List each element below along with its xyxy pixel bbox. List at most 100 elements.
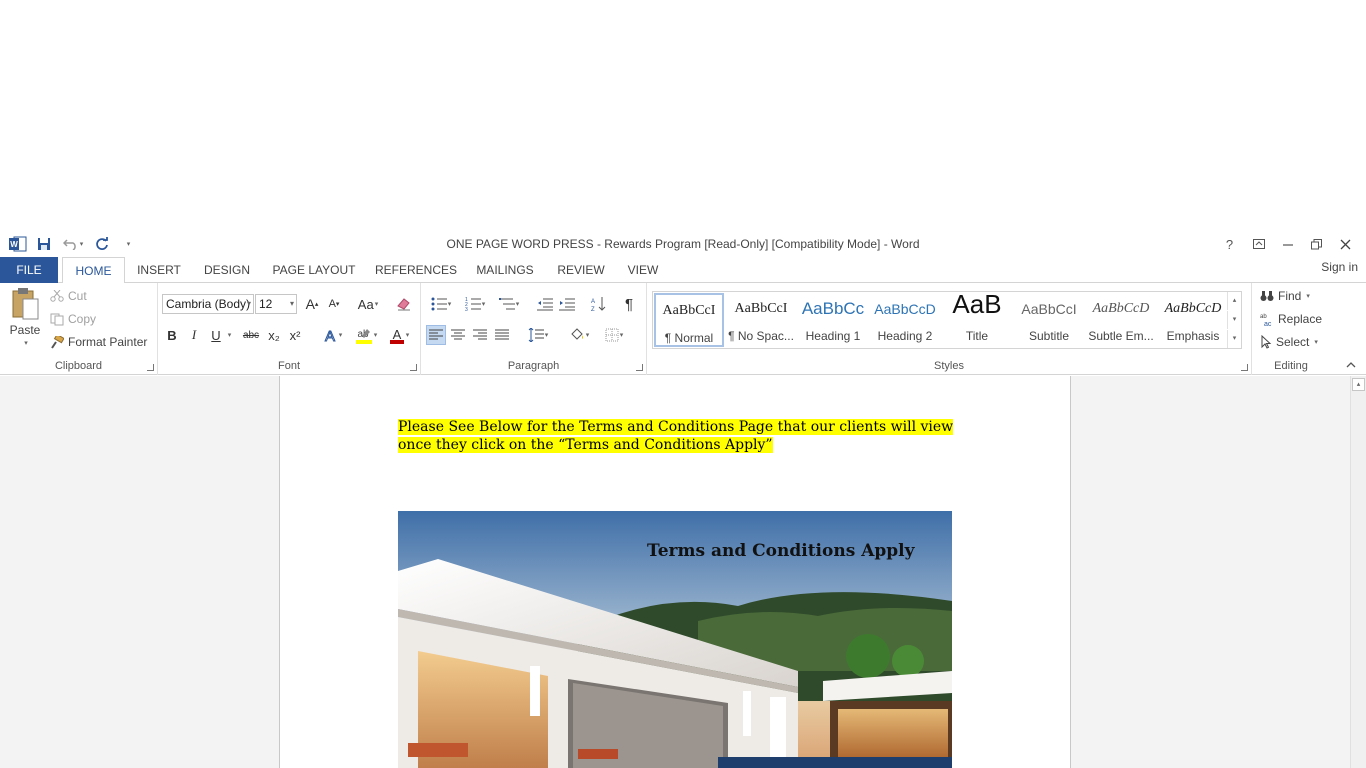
highlighted-text-line-1: Please See Below for the Terms and Condi… <box>398 419 954 435</box>
style-title[interactable]: AaB Title <box>942 289 1012 347</box>
style-normal[interactable]: AaBbCcI ¶ Normal <box>654 293 724 347</box>
title-bar: W ▾ ▾ ONE PAGE WORD PRESS - Rewards Prog… <box>0 232 1366 256</box>
strikethrough-button[interactable]: abc <box>238 325 264 345</box>
style-heading-1[interactable]: AaBbCc Heading 1 <box>798 293 868 347</box>
paintbrush-icon <box>51 335 64 349</box>
editing-group-label: Editing <box>1274 360 1308 372</box>
font-family-select[interactable]: Cambria (Body) ▾ <box>162 294 254 314</box>
styles-launcher-icon[interactable] <box>1241 364 1248 371</box>
clipboard-launcher-icon[interactable] <box>147 364 154 371</box>
collapse-ribbon-icon[interactable] <box>1346 359 1356 371</box>
tab-references[interactable]: REFERENCES <box>374 257 458 283</box>
shrink-font-button[interactable]: A ▾ <box>324 294 344 314</box>
style-emphasis[interactable]: AaBbCcD Emphasis <box>1158 293 1228 347</box>
tab-home[interactable]: HOME <box>62 257 125 284</box>
underline-dropdown-icon[interactable]: ▾ <box>224 325 234 345</box>
sort-button[interactable]: AZ <box>589 294 609 314</box>
grow-font-button[interactable]: A ▴ <box>302 294 322 314</box>
format-painter-label: Format Painter <box>68 335 148 349</box>
document-paragraph[interactable]: Please See Below for the Terms and Condi… <box>398 418 958 454</box>
svg-text:3: 3 <box>465 307 468 311</box>
subscript-button[interactable]: x₂ <box>264 325 284 345</box>
window-title: ONE PAGE WORD PRESS - Rewards Program [R… <box>446 237 920 251</box>
style-preview: AaBbCcD <box>874 301 936 317</box>
multilevel-list-button[interactable]: ▾ <box>495 294 523 314</box>
line-spacing-button[interactable]: ▾ <box>524 325 552 345</box>
ribbon-display-options-icon[interactable] <box>1244 234 1273 254</box>
align-left-button[interactable] <box>426 325 446 345</box>
align-left-icon <box>429 329 443 340</box>
close-icon[interactable] <box>1331 234 1360 254</box>
clear-formatting-button[interactable] <box>394 294 414 314</box>
style-heading-2[interactable]: AaBbCcD Heading 2 <box>870 293 940 347</box>
font-color-button[interactable]: A ▾ <box>384 325 414 345</box>
tab-insert[interactable]: INSERT <box>133 257 185 283</box>
superscript-button[interactable]: x² <box>285 325 305 345</box>
increase-indent-icon <box>559 298 575 311</box>
replace-button[interactable]: ab ac Replace <box>1260 312 1322 326</box>
style-preview: AaB <box>952 289 1002 319</box>
justify-icon <box>495 329 509 340</box>
tab-mailings[interactable]: MAILINGS <box>470 257 540 283</box>
italic-button[interactable]: I <box>184 325 204 345</box>
font-launcher-icon[interactable] <box>410 364 417 371</box>
bullets-icon <box>431 297 447 311</box>
cut-button[interactable]: Cut <box>50 289 87 303</box>
svg-text:A: A <box>591 299 595 305</box>
numbering-button[interactable]: 1 2 3 ▾ <box>461 294 489 314</box>
text-effects-button[interactable]: A ▾ <box>318 325 346 345</box>
highlighter-icon: ab <box>355 328 372 344</box>
increase-indent-button[interactable] <box>557 294 577 314</box>
minimize-icon[interactable] <box>1273 234 1302 254</box>
tab-file[interactable]: FILE <box>0 257 58 283</box>
highlight-color-button[interactable]: ab ▾ <box>350 325 382 345</box>
style-subtitle[interactable]: AaBbCcI Subtitle <box>1014 293 1084 347</box>
decrease-indent-button[interactable] <box>535 294 555 314</box>
align-center-button[interactable] <box>448 325 468 345</box>
terms-conditions-image[interactable]: Terms and Conditions Apply <box>398 511 952 768</box>
scroll-up-icon[interactable]: ▴ <box>1352 378 1365 391</box>
align-right-button[interactable] <box>470 325 490 345</box>
select-button[interactable]: Select ▾ <box>1260 335 1318 349</box>
help-icon[interactable]: ? <box>1215 234 1244 254</box>
gallery-more-icon[interactable]: ▾ <box>1227 330 1241 348</box>
paragraph-launcher-icon[interactable] <box>636 364 643 371</box>
format-painter-button[interactable]: Format Painter <box>50 335 147 349</box>
copy-button[interactable]: Copy <box>50 312 96 326</box>
gallery-scroll-up-icon[interactable]: ▴ <box>1227 292 1241 310</box>
empty-screen-area <box>0 0 1366 232</box>
sort-icon: AZ <box>591 297 606 312</box>
style-no-spacing[interactable]: AaBbCcI ¶ No Spac... <box>726 293 796 347</box>
gallery-scroll-down-icon[interactable]: ▾ <box>1227 311 1241 329</box>
tab-review[interactable]: REVIEW <box>554 257 608 283</box>
restore-icon[interactable] <box>1302 234 1331 254</box>
tab-view[interactable]: VIEW <box>622 257 664 283</box>
style-subtle-emphasis[interactable]: AaBbCcD Subtle Em... <box>1086 293 1156 347</box>
numbering-icon: 123 <box>465 297 481 311</box>
shading-button[interactable]: ▾ <box>564 325 594 345</box>
tab-page-layout[interactable]: PAGE LAYOUT <box>268 257 360 283</box>
borders-button[interactable]: ▾ <box>599 325 629 345</box>
style-name: Subtle Em... <box>1088 329 1154 343</box>
justify-button[interactable] <box>492 325 512 345</box>
paste-icon <box>12 288 39 320</box>
style-name: Title <box>965 329 989 343</box>
bullets-button[interactable]: ▾ <box>427 294 455 314</box>
find-button[interactable]: Find ▾ <box>1260 289 1310 303</box>
bold-button[interactable]: B <box>162 325 182 345</box>
underline-button[interactable]: U <box>206 325 226 345</box>
style-preview: AaBbCcI <box>1021 301 1077 317</box>
style-preview: AaBbCcD <box>1164 301 1222 316</box>
paste-button[interactable]: Paste ▾ <box>8 287 42 355</box>
change-case-button[interactable]: Aa ▾ <box>354 294 382 314</box>
paragraph-group-label: Paragraph <box>507 360 560 372</box>
font-size-select[interactable]: 12 ▾ <box>255 294 297 314</box>
show-hide-formatting-button[interactable]: ¶ <box>619 294 639 314</box>
copy-label: Copy <box>68 312 97 326</box>
paste-label: Paste <box>9 323 41 337</box>
replace-icon: abac <box>1260 314 1272 326</box>
document-page[interactable]: Please See Below for the Terms and Condi… <box>279 376 1071 768</box>
tab-design[interactable]: DESIGN <box>198 257 256 283</box>
sign-in-link[interactable]: Sign in <box>1321 260 1358 274</box>
vertical-scrollbar[interactable]: ▴ <box>1350 376 1366 768</box>
